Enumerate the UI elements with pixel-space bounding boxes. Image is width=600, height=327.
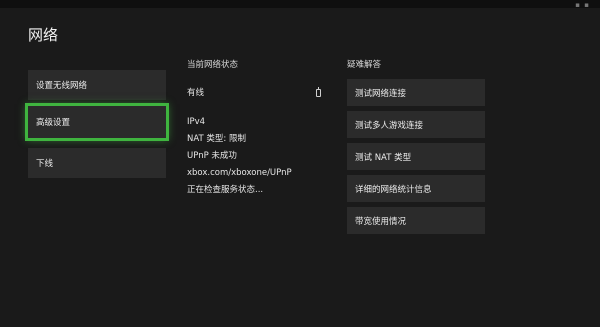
top-status-bar: ▪ ▪ bbox=[0, 0, 600, 9]
detailed-network-stats-button[interactable]: 详细的网络统计信息 bbox=[347, 175, 485, 202]
network-status-title: 当前网络状态 bbox=[187, 60, 239, 70]
menu-item-advanced-settings[interactable]: 高级设置 bbox=[25, 103, 169, 141]
troubleshoot-panel: 疑难解答 测试网络连接 测试多人游戏连接 测试 NAT 类型 详细的网络统计信息… bbox=[347, 58, 485, 239]
status-indicator-icon: ▪ ▪ bbox=[575, 1, 590, 9]
troubleshoot-title: 疑难解答 bbox=[347, 60, 382, 70]
nat-type-text: NAT 类型: 限制 bbox=[187, 134, 246, 144]
service-check-status: 正在检查服务状态... bbox=[187, 185, 264, 195]
connection-type-row: 有线 bbox=[187, 85, 327, 102]
page-title: 网络 bbox=[28, 26, 59, 44]
ethernet-plug-icon bbox=[316, 87, 321, 97]
test-multiplayer-connection-button[interactable]: 测试多人游戏连接 bbox=[347, 111, 485, 138]
upnp-help-link: xbox.com/xboxone/UPnP bbox=[187, 168, 292, 178]
bandwidth-usage-button[interactable]: 带宽使用情况 bbox=[347, 207, 485, 234]
menu-item-go-offline[interactable]: 下线 bbox=[28, 148, 166, 178]
network-status-panel: 当前网络状态 有线 IPv4 NAT 类型: 限制 UPnP 未成功 xbox.… bbox=[187, 58, 327, 199]
ip-version-text: IPv4 bbox=[187, 117, 206, 127]
upnp-status-text: UPnP 未成功 bbox=[187, 151, 237, 161]
settings-menu: 设置无线网络 高级设置 下线 bbox=[25, 70, 169, 182]
test-network-connection-button[interactable]: 测试网络连接 bbox=[347, 79, 485, 106]
connection-type-text: 有线 bbox=[187, 88, 205, 98]
menu-item-wireless-setup[interactable]: 设置无线网络 bbox=[28, 70, 166, 100]
test-nat-type-button[interactable]: 测试 NAT 类型 bbox=[347, 143, 485, 170]
